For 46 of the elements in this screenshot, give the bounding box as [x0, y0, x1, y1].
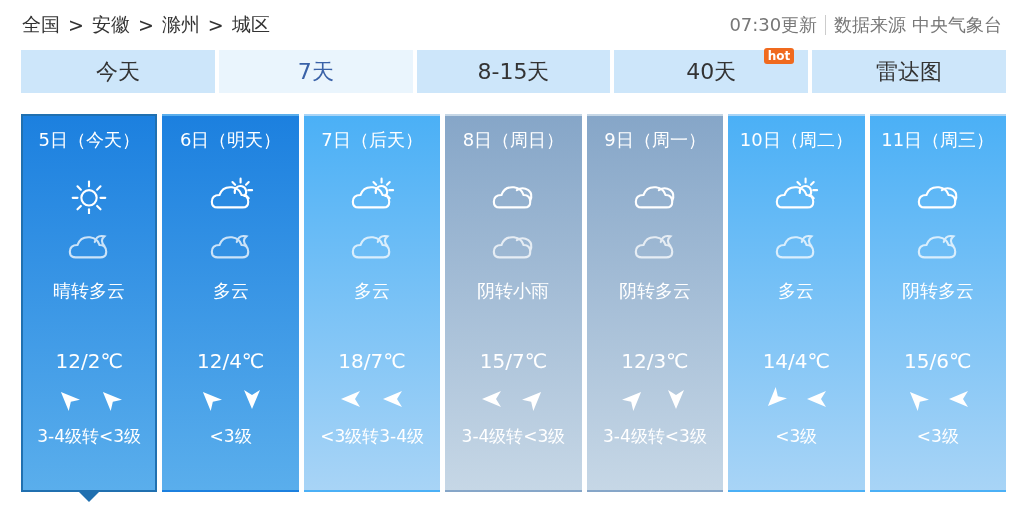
breadcrumb-separator: > — [137, 14, 154, 36]
temperature: 14/4℃ — [762, 349, 830, 373]
wind-level: <3级转3-4级 — [320, 425, 424, 448]
wind-level: 3-4级转<3级 — [37, 425, 142, 448]
tab[interactable]: 今天 — [21, 50, 215, 93]
breadcrumb-link[interactable]: 安徽 — [91, 12, 130, 38]
tab[interactable]: 7天 — [218, 50, 413, 93]
wind-level: <3级 — [209, 425, 252, 448]
breadcrumb-separator: > — [68, 14, 84, 36]
wind-level: <3级 — [916, 425, 959, 448]
weather-text: 多云 — [212, 279, 249, 303]
temperature: 18/7℃ — [338, 349, 406, 373]
breadcrumb-link[interactable]: 全国 — [22, 12, 60, 38]
date-label: 9日（周一） — [604, 128, 706, 152]
tab[interactable]: 雷达图 — [812, 50, 1006, 93]
forecast-card[interactable]: 5日（今天） 晴转多云 12/2℃ 3-4级转<3级 — [21, 114, 158, 492]
date-label: 7日（后天） — [321, 128, 423, 152]
weather-text: 阴转多云 — [901, 279, 974, 303]
wind-level: <3级 — [775, 425, 818, 448]
weather-text: 阴转多云 — [618, 279, 691, 303]
weather-text: 阴转小雨 — [477, 279, 550, 303]
forecast-card[interactable]: 6日（明天） 多云 12/4℃ <3级 — [162, 114, 299, 492]
date-label: 8日（周日） — [462, 128, 565, 152]
wind-level: 3-4级转<3级 — [461, 425, 566, 448]
date-label: 6日（明天） — [179, 128, 282, 152]
breadcrumb-link[interactable]: 城区 — [231, 12, 270, 38]
data-source: 数据来源 中央气象台 — [834, 13, 1002, 37]
temperature: 15/6℃ — [904, 349, 972, 373]
weather-text: 晴转多云 — [53, 279, 126, 303]
temperature: 12/3℃ — [621, 349, 689, 373]
pointer-icon — [79, 492, 100, 502]
hot-badge: hot — [763, 48, 795, 64]
temperature: 12/4℃ — [196, 349, 265, 373]
weather-text: 多云 — [354, 279, 391, 303]
date-label: 10日（周二） — [739, 128, 853, 152]
update-time: 07:30更新 — [729, 13, 818, 37]
breadcrumb-separator: > — [207, 14, 224, 36]
temperature: 15/7℃ — [479, 349, 548, 373]
temperature: 12/2℃ — [55, 349, 123, 373]
date-label: 11日（周三） — [881, 128, 995, 152]
tab[interactable]: 40天 hot — [614, 50, 809, 93]
wind-level: 3-4级转<3级 — [603, 425, 707, 448]
weather-text: 多云 — [778, 279, 815, 303]
breadcrumb-link[interactable]: 滁州 — [161, 12, 200, 38]
tab[interactable]: 8-15天 — [416, 50, 611, 93]
date-label: 5日（今天） — [38, 128, 140, 152]
